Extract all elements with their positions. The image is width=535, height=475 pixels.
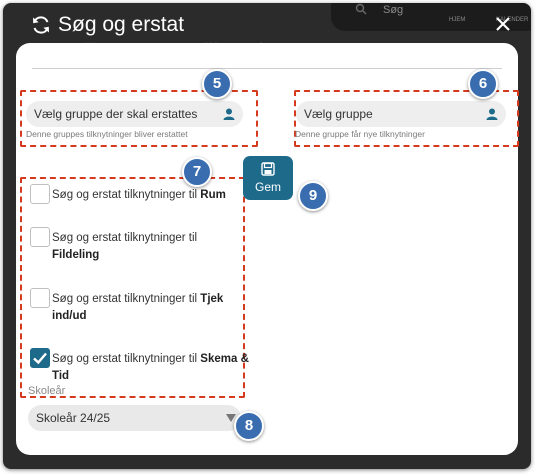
background-nav-hjem: HJEM: [449, 17, 466, 23]
modal-title: Søg og erstat: [58, 13, 185, 36]
group-person-icon: [486, 108, 498, 120]
group-person-icon: [223, 108, 235, 120]
replace-group-helper: Denne gruppes tilknytninger bliver ersta…: [26, 129, 188, 139]
step-badge-7: 7: [182, 157, 212, 187]
new-group-select[interactable]: Vælg gruppe: [296, 101, 506, 127]
divider: [32, 68, 502, 69]
modal-window: Søg HJEM KALENDER Fraset gruppetilknytni…: [3, 3, 531, 469]
checkbox-skema-tid[interactable]: [30, 348, 50, 368]
option-skema-prefix: Søg og erstat tilknytninger til: [52, 353, 201, 365]
check-icon: [33, 352, 47, 365]
new-group-helper: Denne gruppe får nye tilknytninger: [295, 129, 425, 139]
refresh-icon: [33, 16, 49, 34]
school-year-select[interactable]: Skoleår 24/25: [28, 405, 241, 431]
option-fildeling-label: Søg og erstat tilknytninger til Fildelin…: [52, 230, 212, 264]
school-year-value: Skoleår 24/25: [36, 411, 111, 425]
checkbox-tjek-ind-ud[interactable]: [30, 288, 50, 308]
save-button[interactable]: Gem: [243, 156, 293, 200]
option-tjek-prefix: Søg og erstat tilknytninger til: [52, 293, 201, 305]
replace-group-placeholder: Vælg gruppe der skal erstattes: [34, 107, 198, 121]
option-skema-tid-label: Søg og erstat tilknytninger til Skema & …: [52, 351, 257, 385]
option-tjek-ind-ud-label: Søg og erstat tilknytninger til Tjek ind…: [52, 291, 257, 325]
background-search-label: Søg: [383, 4, 404, 16]
close-icon[interactable]: [494, 15, 512, 33]
option-rum-prefix: Søg og erstat tilknytninger til: [52, 189, 201, 201]
step-badge-5: 5: [202, 69, 232, 99]
step-badge-6: 6: [468, 69, 498, 99]
modal-panel: Vælg gruppe der skal erstattes Denne gru…: [16, 43, 519, 455]
replace-group-select[interactable]: Vælg gruppe der skal erstattes: [26, 101, 243, 127]
checkbox-rum[interactable]: [30, 184, 50, 204]
save-icon: [261, 162, 275, 176]
new-group-placeholder: Vælg gruppe: [304, 107, 373, 121]
school-year-label: Skoleår: [28, 385, 66, 397]
step-badge-8: 8: [234, 411, 264, 441]
option-rum-label: Søg og erstat tilknytninger til Rum: [52, 187, 257, 204]
checkbox-fildeling[interactable]: [30, 227, 50, 247]
option-fildeling-target: Fildeling: [52, 249, 100, 261]
search-icon: [355, 3, 367, 15]
option-fildeling-prefix: Søg og erstat tilknytninger til: [52, 232, 198, 244]
option-rum-target: Rum: [200, 189, 226, 201]
step-badge-9: 9: [298, 181, 328, 211]
save-button-label: Gem: [254, 180, 281, 194]
